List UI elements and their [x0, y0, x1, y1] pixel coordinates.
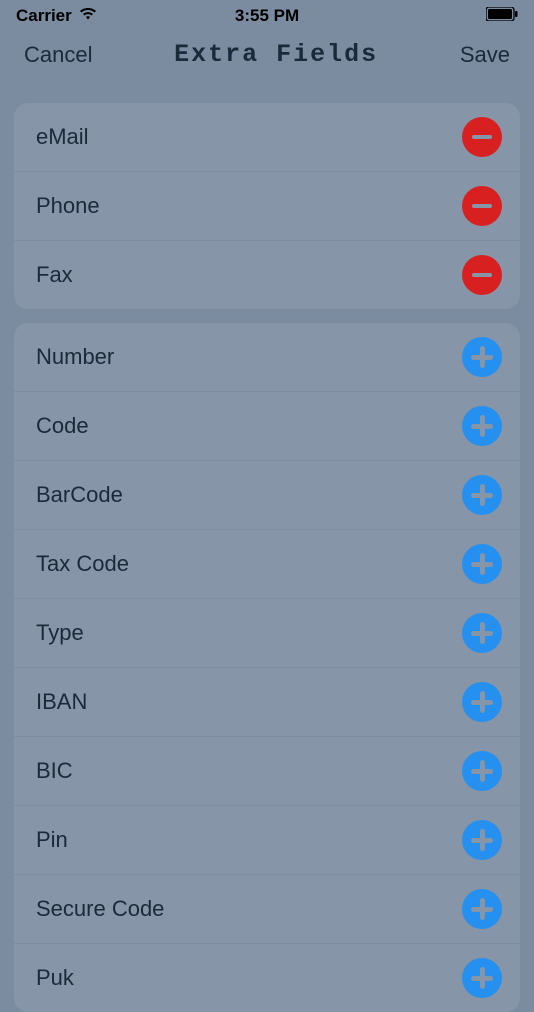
plus-icon: [471, 622, 493, 644]
page-title: Extra Fields: [174, 40, 378, 69]
available-field-item[interactable]: Tax Code: [14, 530, 520, 599]
field-label: Type: [36, 620, 84, 646]
minus-icon: [472, 204, 492, 208]
available-field-item[interactable]: Pin: [14, 806, 520, 875]
add-button[interactable]: [462, 682, 502, 722]
plus-icon: [471, 691, 493, 713]
remove-button[interactable]: [462, 186, 502, 226]
status-time: 3:55 PM: [235, 6, 299, 26]
remove-button[interactable]: [462, 255, 502, 295]
remove-button[interactable]: [462, 117, 502, 157]
status-left: Carrier: [16, 6, 98, 26]
available-field-item[interactable]: Secure Code: [14, 875, 520, 944]
add-button[interactable]: [462, 475, 502, 515]
field-label: Tax Code: [36, 551, 129, 577]
add-button[interactable]: [462, 544, 502, 584]
available-field-item[interactable]: Code: [14, 392, 520, 461]
field-label: Number: [36, 344, 114, 370]
minus-icon: [472, 135, 492, 139]
active-field-item[interactable]: eMail: [14, 103, 520, 172]
carrier-label: Carrier: [16, 6, 72, 26]
field-label: Secure Code: [36, 896, 164, 922]
add-button[interactable]: [462, 337, 502, 377]
field-label: Code: [36, 413, 89, 439]
field-label: BarCode: [36, 482, 123, 508]
active-field-item[interactable]: Phone: [14, 172, 520, 241]
add-button[interactable]: [462, 820, 502, 860]
available-field-item[interactable]: IBAN: [14, 668, 520, 737]
plus-icon: [471, 760, 493, 782]
save-button[interactable]: Save: [460, 42, 510, 68]
battery-icon: [486, 6, 518, 26]
plus-icon: [471, 346, 493, 368]
wifi-icon: [78, 6, 98, 26]
field-label: Pin: [36, 827, 68, 853]
add-button[interactable]: [462, 406, 502, 446]
available-field-item[interactable]: BarCode: [14, 461, 520, 530]
add-button[interactable]: [462, 958, 502, 998]
field-label: BIC: [36, 758, 73, 784]
cancel-button[interactable]: Cancel: [24, 42, 92, 68]
plus-icon: [471, 829, 493, 851]
available-field-item[interactable]: Type: [14, 599, 520, 668]
field-label: IBAN: [36, 689, 87, 715]
add-button[interactable]: [462, 613, 502, 653]
nav-bar: Cancel Extra Fields Save: [0, 28, 534, 89]
status-right: [486, 6, 518, 26]
field-label: eMail: [36, 124, 89, 150]
plus-icon: [471, 415, 493, 437]
available-field-item[interactable]: BIC: [14, 737, 520, 806]
active-field-item[interactable]: Fax: [14, 241, 520, 309]
add-button[interactable]: [462, 751, 502, 791]
field-label: Fax: [36, 262, 73, 288]
active-fields-group: eMail Phone Fax: [14, 103, 520, 309]
plus-icon: [471, 898, 493, 920]
available-field-item[interactable]: Number: [14, 323, 520, 392]
available-fields-group: Number Code BarCode Tax Code Type IBAN: [14, 323, 520, 1012]
field-label: Phone: [36, 193, 100, 219]
minus-icon: [472, 273, 492, 277]
plus-icon: [471, 553, 493, 575]
add-button[interactable]: [462, 889, 502, 929]
plus-icon: [471, 967, 493, 989]
field-label: Puk: [36, 965, 74, 991]
available-field-item[interactable]: Puk: [14, 944, 520, 1012]
status-bar: Carrier 3:55 PM: [0, 0, 534, 28]
plus-icon: [471, 484, 493, 506]
